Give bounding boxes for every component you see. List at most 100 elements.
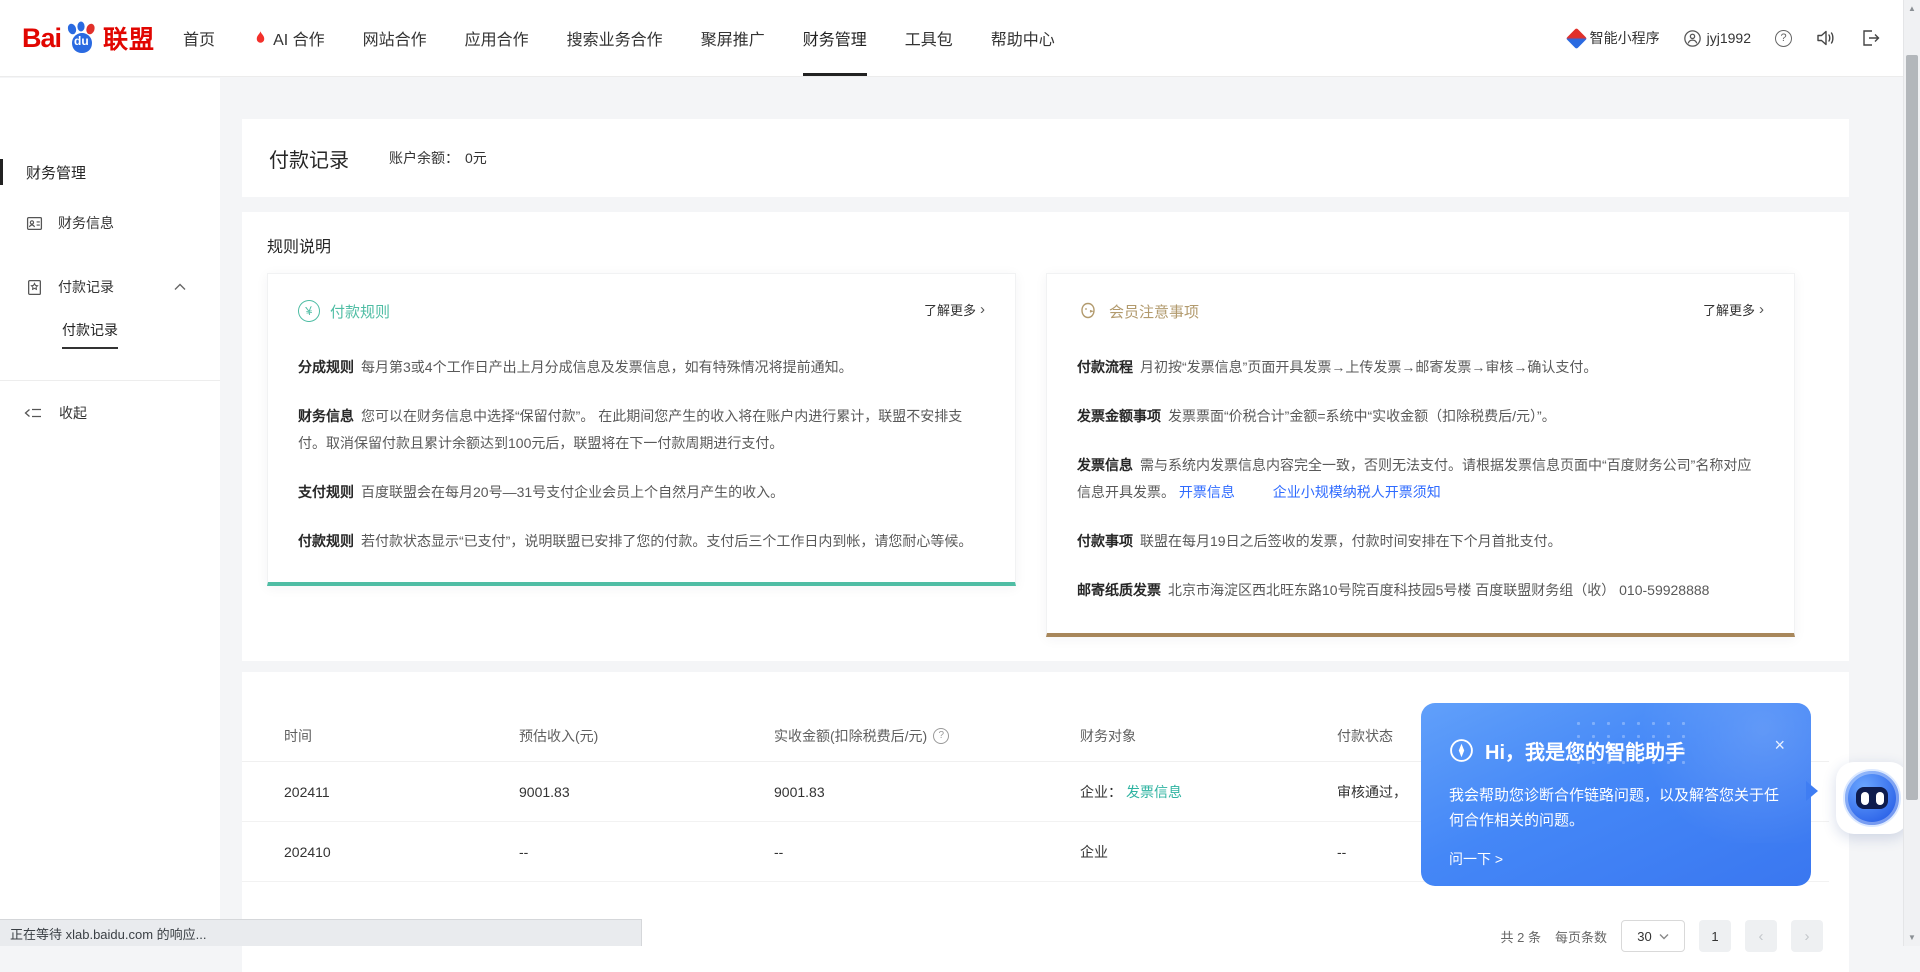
sidebar-title: 财务管理 bbox=[0, 160, 220, 184]
chevron-right-icon: › bbox=[1759, 301, 1764, 318]
rule-item: 支付规则百度联盟会在每月20号—31号支付企业会员上个自然月产生的收入。 bbox=[298, 479, 985, 506]
nav-item-toolkit[interactable]: 工具包 bbox=[905, 0, 953, 76]
payment-rules-title: 付款规则 bbox=[330, 301, 390, 322]
prev-page-button[interactable]: ‹ bbox=[1745, 920, 1777, 952]
logo-bai-text: Bai bbox=[22, 23, 61, 54]
rules-section-title: 规则说明 bbox=[267, 233, 1849, 257]
cell-time: 202411 bbox=[284, 784, 519, 800]
collapse-icon bbox=[24, 406, 42, 420]
scroll-down-arrow[interactable]: ▼ bbox=[1904, 929, 1920, 946]
payment-rules-head: ¥ 付款规则 bbox=[298, 300, 985, 322]
nav-item-help[interactable]: 帮助中心 bbox=[991, 0, 1055, 76]
rule-item: 邮寄纸质发票北京市海淀区西北旺东路10号院百度科技园5号楼 百度联盟财务组（收）… bbox=[1077, 577, 1764, 604]
rules-section-card: 规则说明 ¥ 付款规则 了解更多 › 分成规则每月第3或4个工作日产出上月分成信… bbox=[242, 212, 1849, 661]
per-page-label: 每页条数 bbox=[1555, 927, 1607, 946]
rule-item: 分成规则每月第3或4个工作日产出上月分成信息及发票信息，如有特殊情况将提前通知。 bbox=[298, 354, 985, 381]
cell-finance-target: 企业：发票信息 bbox=[1080, 782, 1337, 802]
sidebar-divider bbox=[0, 380, 220, 381]
page-button-1[interactable]: 1 bbox=[1699, 920, 1731, 952]
help-icon[interactable]: ? bbox=[1775, 30, 1792, 47]
close-icon[interactable]: × bbox=[1774, 736, 1785, 754]
nav-item-finance[interactable]: 财务管理 bbox=[803, 0, 867, 76]
active-section-indicator bbox=[0, 159, 3, 185]
small-taxpayer-notice-link[interactable]: 企业小规模纳税人开票须知 bbox=[1273, 484, 1441, 500]
balance-value: 0元 bbox=[465, 150, 487, 166]
cell-estimated: 9001.83 bbox=[519, 784, 774, 800]
assistant-popup-arrow bbox=[1806, 781, 1818, 801]
nav-item-website[interactable]: 网站合作 bbox=[363, 0, 427, 76]
user-account[interactable]: jyj1992 bbox=[1684, 30, 1751, 47]
nav-right-tools: 智能小程序 jyj1992 ? bbox=[1569, 0, 1880, 76]
cell-actual: 9001.83 bbox=[774, 784, 1080, 800]
assistant-message: 我会帮助您诊断合作链路问题，以及解答您关于任何合作相关的问题。 bbox=[1449, 783, 1783, 833]
browser-status-bar: 正在等待 xlab.baidu.com 的响应... bbox=[0, 919, 642, 946]
robot-face bbox=[1856, 787, 1888, 809]
assistant-title: Hi，我是您的智能助手 bbox=[1485, 736, 1685, 765]
invoice-info-table-link[interactable]: 发票信息 bbox=[1126, 784, 1182, 800]
mini-program-link[interactable]: 智能小程序 bbox=[1569, 28, 1660, 48]
per-page-select[interactable]: 30 bbox=[1621, 920, 1685, 952]
rule-item: 发票金额事项发票票面“价税合计”金额=系统中“实收金额（扣除税费后/元）”。 bbox=[1077, 403, 1764, 430]
invoice-info-link[interactable]: 开票信息 bbox=[1179, 484, 1235, 500]
sound-icon[interactable] bbox=[1816, 29, 1837, 47]
status-text: 正在等待 xlab.baidu.com 的响应... bbox=[10, 924, 207, 943]
finance-info-icon bbox=[26, 215, 43, 232]
nav-item-app[interactable]: 应用合作 bbox=[465, 0, 529, 76]
nav-item-search-biz[interactable]: 搜索业务合作 bbox=[567, 0, 663, 76]
nav-menu: 首页 AI 合作 网站合作 应用合作 搜索业务合作 聚屏推广 财务管理 工具包 … bbox=[183, 0, 1055, 76]
yen-coin-icon: ¥ bbox=[297, 299, 322, 324]
column-help-icon[interactable]: ? bbox=[933, 728, 949, 744]
flame-icon bbox=[253, 29, 268, 47]
rule-cards-wrap: ¥ 付款规则 了解更多 › 分成规则每月第3或4个工作日产出上月分成信息及发票信… bbox=[267, 273, 1849, 637]
member-notes-card: 会员注意事项 了解更多 › 付款流程月初按“发票信息”页面开具发票→上传发票→邮… bbox=[1046, 273, 1795, 637]
assistant-avatar-button[interactable] bbox=[1836, 762, 1908, 834]
nav-item-ai[interactable]: AI 合作 bbox=[253, 0, 325, 76]
logout-icon[interactable] bbox=[1861, 29, 1880, 47]
scrollbar-thumb[interactable] bbox=[1906, 55, 1918, 800]
browser-scrollbar[interactable]: ▲ ▼ bbox=[1903, 0, 1920, 946]
collapse-sidebar-button[interactable]: 收起 bbox=[0, 403, 220, 423]
rule-item: 付款流程月初按“发票信息”页面开具发票→上传发票→邮寄发票→审核→确认支付。 bbox=[1077, 354, 1764, 381]
col-header-finance-target: 财务对象 bbox=[1080, 726, 1337, 746]
assistant-header: Hi，我是您的智能助手 bbox=[1449, 736, 1783, 765]
next-page-button[interactable]: › bbox=[1791, 920, 1823, 952]
sidebar-item-payment-records[interactable]: 付款记录 bbox=[0, 262, 220, 312]
rule-item: 付款规则若付款状态显示“已支付”，说明联盟已安排了您的付款。支付后三个工作日内到… bbox=[298, 528, 985, 555]
cell-finance-target: 企业 bbox=[1080, 842, 1337, 862]
mini-program-icon bbox=[1566, 27, 1587, 48]
account-balance: 账户余额：0元 bbox=[389, 148, 487, 168]
ask-now-link[interactable]: 问一下 > bbox=[1449, 849, 1503, 869]
payment-rules-card: ¥ 付款规则 了解更多 › 分成规则每月第3或4个工作日产出上月分成信息及发票信… bbox=[267, 273, 1016, 586]
col-header-estimated: 预估收入(元) bbox=[519, 726, 774, 746]
logo-du-text: du bbox=[74, 34, 89, 48]
member-notes-more-link[interactable]: 了解更多 › bbox=[1703, 300, 1764, 319]
cell-actual: -- bbox=[774, 844, 1080, 860]
baidu-paw-icon: du bbox=[64, 21, 100, 55]
col-header-actual: 实收金额(扣除税费后/元) ? bbox=[774, 726, 1080, 746]
caret-down-icon bbox=[1659, 933, 1669, 940]
payment-record-icon bbox=[26, 279, 43, 296]
sidebar-subitem-payment-records[interactable]: 付款记录 bbox=[0, 314, 220, 354]
cell-estimated: -- bbox=[519, 844, 774, 860]
total-count: 共 2 条 bbox=[1501, 927, 1541, 946]
sidebar: 财务管理 财务信息 付款记录 付款记录 收起 bbox=[0, 78, 220, 946]
page-title: 付款记录 bbox=[269, 144, 349, 173]
pagination: 共 2 条 每页条数 30 1 ‹ › bbox=[1501, 920, 1823, 952]
payment-rules-more-link[interactable]: 了解更多 › bbox=[924, 300, 985, 319]
scroll-up-arrow[interactable]: ▲ bbox=[1904, 0, 1920, 17]
robot-avatar-icon bbox=[1843, 769, 1901, 827]
assistant-popup: Hi，我是您的智能助手 × 我会帮助您诊断合作链路问题，以及解答您关于任何合作相… bbox=[1421, 703, 1811, 886]
sidebar-item-finance-info[interactable]: 财务信息 bbox=[0, 198, 220, 248]
chick-icon bbox=[1077, 300, 1099, 322]
nav-item-home[interactable]: 首页 bbox=[183, 0, 215, 76]
page-header-card: 付款记录 账户余额：0元 bbox=[242, 119, 1849, 197]
chevron-up-icon bbox=[174, 283, 186, 291]
chevron-right-icon: › bbox=[980, 301, 985, 318]
compass-icon bbox=[1449, 738, 1474, 763]
member-notes-head: 会员注意事项 bbox=[1077, 300, 1764, 322]
baidu-union-logo[interactable]: Bai du 联盟 bbox=[22, 0, 155, 76]
logo-union-text: 联盟 bbox=[103, 20, 155, 56]
member-notes-title: 会员注意事项 bbox=[1109, 301, 1199, 322]
user-icon bbox=[1684, 30, 1701, 47]
nav-item-juping[interactable]: 聚屏推广 bbox=[701, 0, 765, 76]
